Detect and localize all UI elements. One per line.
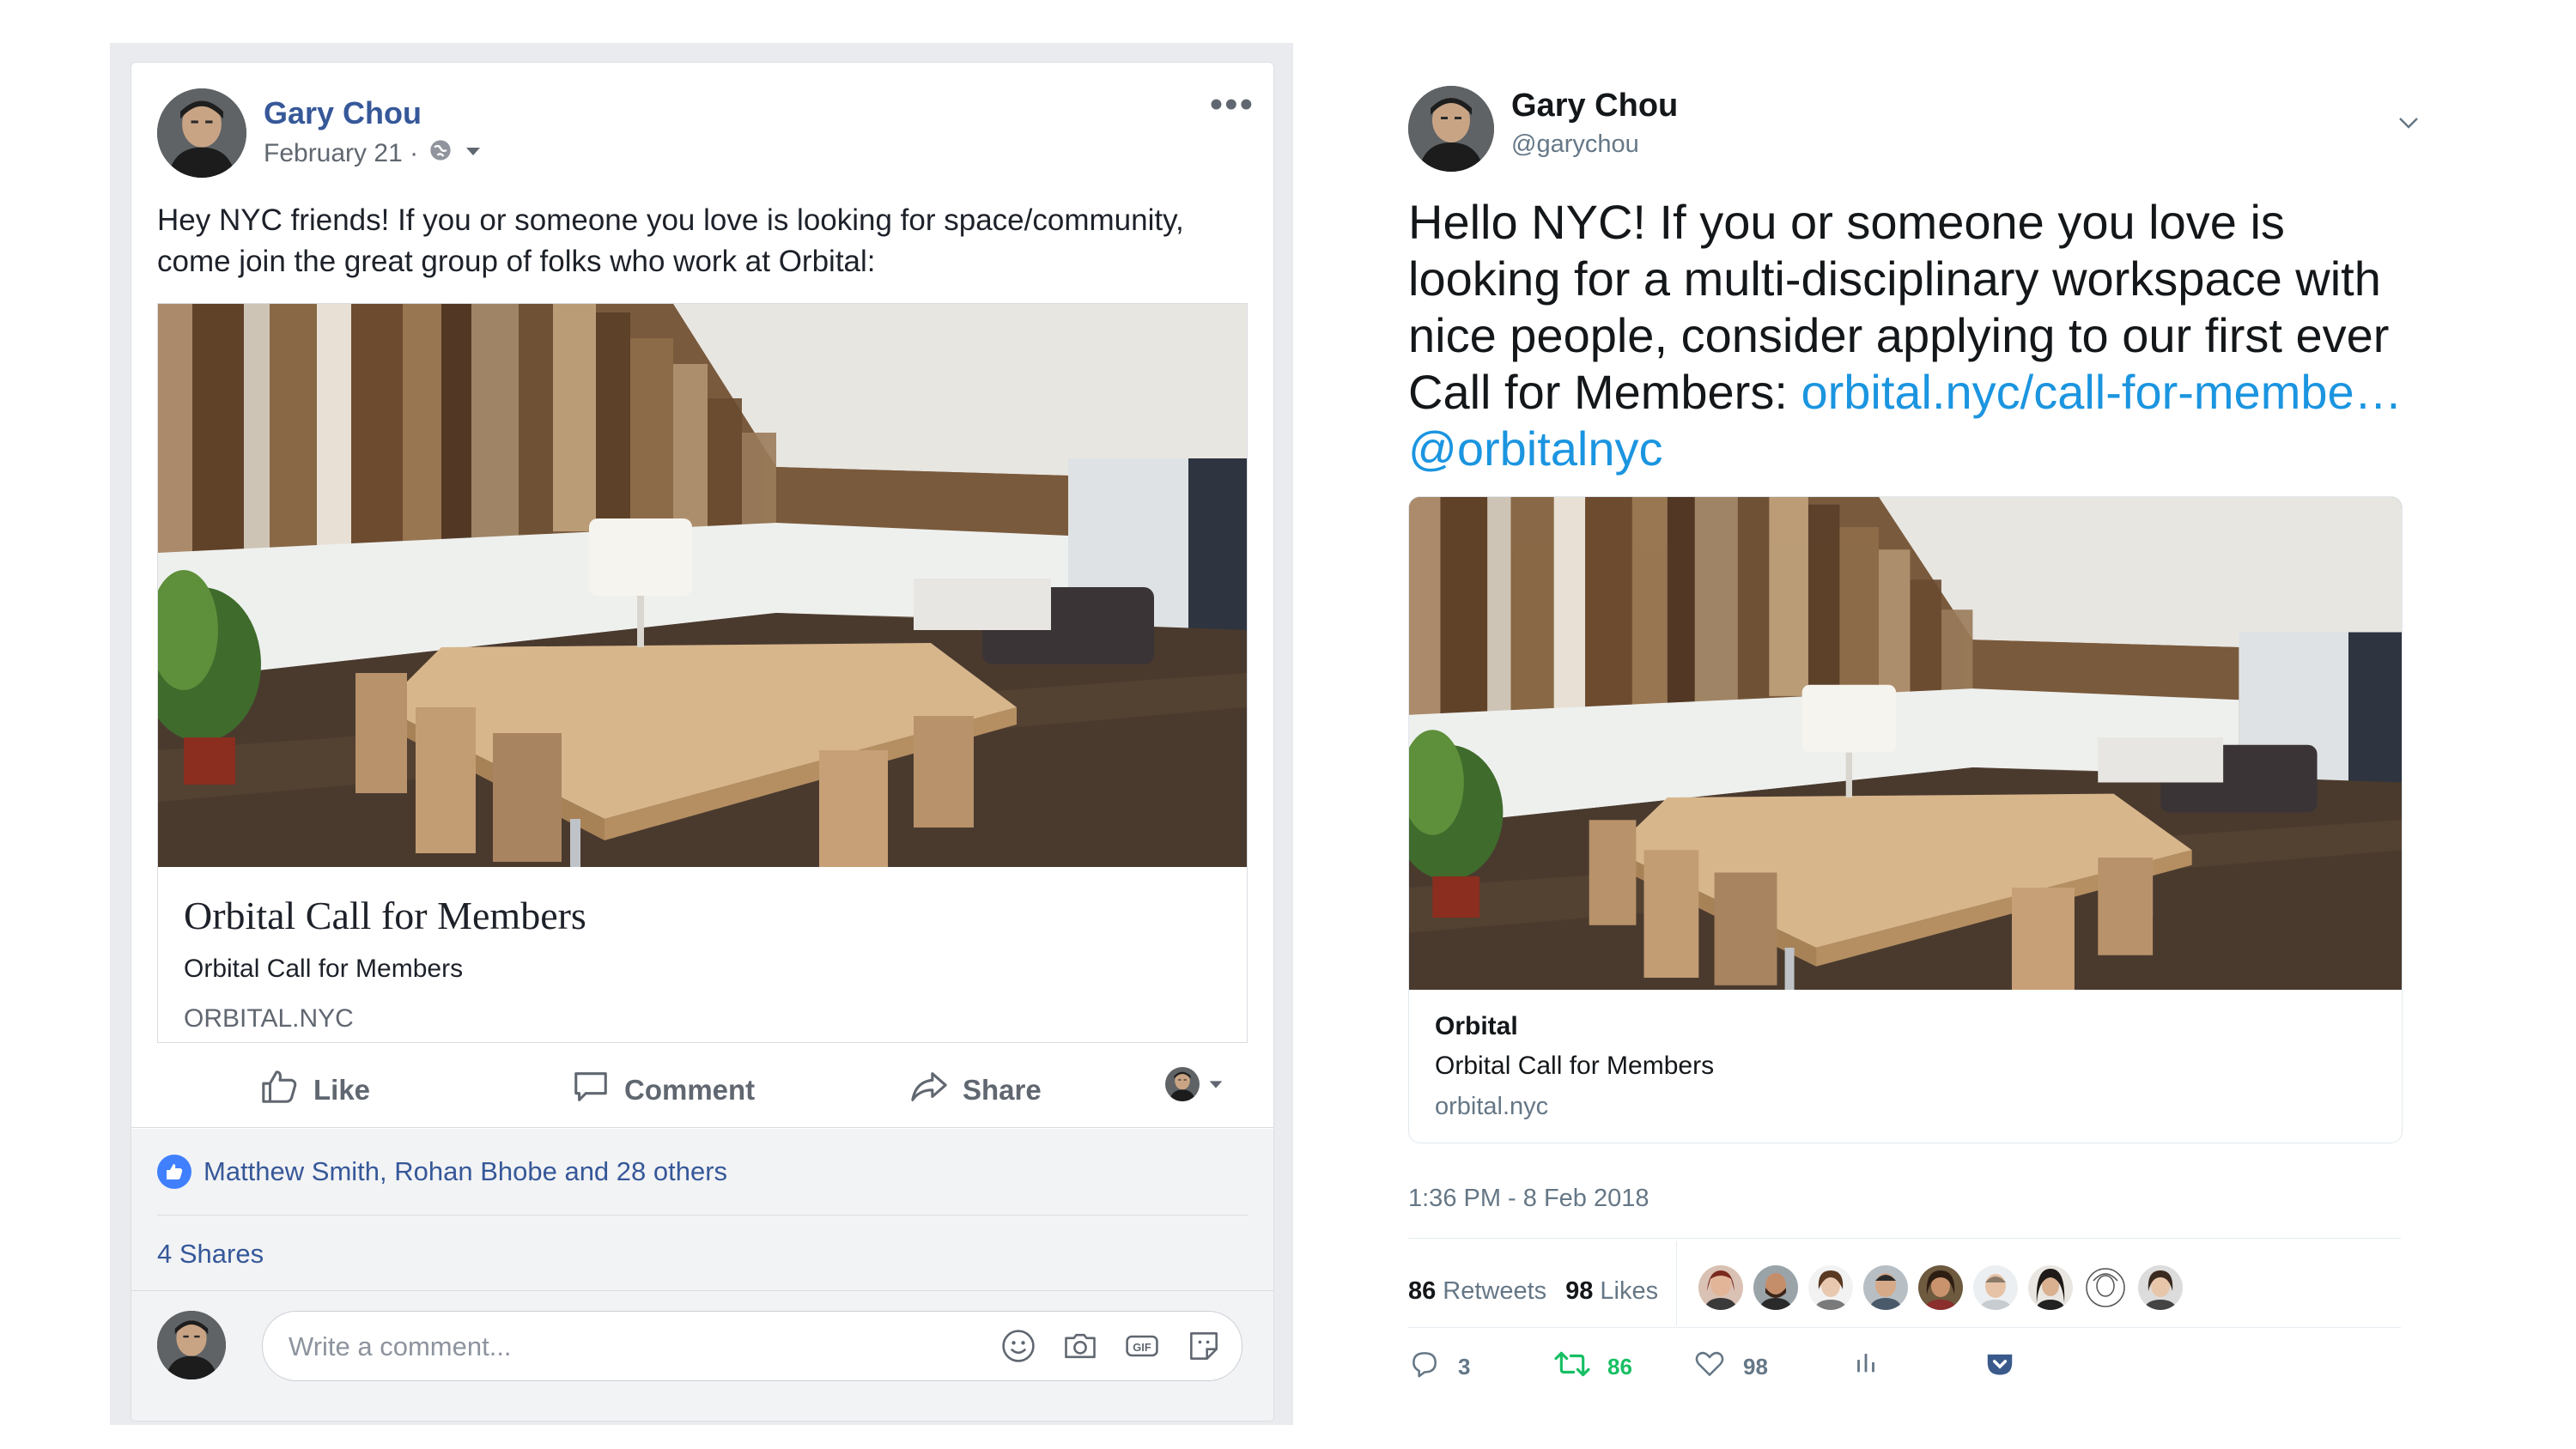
page-avatar-small xyxy=(1165,1067,1200,1101)
link-description: Orbital Call for Members xyxy=(184,955,464,983)
liker-avatar[interactable] xyxy=(1698,1265,1743,1310)
react-as-selector[interactable] xyxy=(1165,1067,1225,1101)
heart-icon xyxy=(1693,1348,1726,1386)
link-title[interactable]: Orbital Call for Members xyxy=(184,893,586,938)
tweet-card-domain: orbital.nyc xyxy=(1435,1093,1549,1120)
link-preview[interactable]: Orbital Call for Members Orbital Call fo… xyxy=(157,303,1248,1043)
share-label: Share xyxy=(963,1074,1042,1106)
comment-bubble-icon xyxy=(571,1067,611,1113)
share-button[interactable]: Share xyxy=(909,1067,1042,1113)
liker-avatar[interactable] xyxy=(1863,1265,1908,1310)
comment-input[interactable] xyxy=(287,1327,994,1367)
engagement-area: Matthew Smith, Rohan Bhobe and 28 others… xyxy=(131,1129,1273,1421)
liker-avatar[interactable] xyxy=(2083,1265,2128,1310)
liker-avatar[interactable] xyxy=(2028,1265,2073,1310)
share-arrow-icon xyxy=(909,1067,949,1113)
tweet-link[interactable]: orbital.nyc/call-for-membe… xyxy=(1801,365,2402,419)
retweets-label: Retweets xyxy=(1443,1276,1547,1305)
tweet-card-image[interactable] xyxy=(1409,497,2402,990)
liker-avatars xyxy=(1698,1265,2183,1310)
commenter-avatar xyxy=(157,1311,226,1379)
post-date[interactable]: February 21 · xyxy=(264,139,418,168)
like-button[interactable]: Like xyxy=(260,1067,370,1113)
tweet-link-card[interactable]: Orbital Orbital Call for Members orbital… xyxy=(1408,496,2403,1143)
emoji-icon[interactable] xyxy=(999,1327,1037,1365)
author-name[interactable]: Gary Chou xyxy=(264,95,422,131)
retweet-count: 86 xyxy=(1607,1354,1632,1379)
author-avatar[interactable] xyxy=(157,88,246,178)
tweet-timestamp[interactable]: 1:36 PM - 8 Feb 2018 xyxy=(1408,1185,1649,1213)
tweet-text: Hello NYC! If you or someone you love is… xyxy=(1408,194,2404,477)
reply-button[interactable]: 3 xyxy=(1408,1348,1470,1386)
comment-label: Comment xyxy=(624,1074,756,1106)
chevron-down-icon[interactable] xyxy=(2396,110,2421,140)
like-label: Like xyxy=(313,1074,371,1106)
tweet-mention[interactable]: @orbitalnyc xyxy=(1408,421,1663,476)
retweet-button[interactable]: 86 xyxy=(1554,1348,1632,1386)
sticker-icon[interactable] xyxy=(1185,1327,1223,1365)
shares-count[interactable]: 4 Shares xyxy=(157,1239,264,1270)
liker-avatar[interactable] xyxy=(1753,1265,1798,1310)
thumbs-up-icon xyxy=(260,1067,300,1113)
link-preview-image[interactable] xyxy=(158,304,1247,867)
gif-icon[interactable]: GIF xyxy=(1123,1327,1161,1365)
liker-avatar[interactable] xyxy=(1918,1265,1963,1310)
camera-icon[interactable] xyxy=(1061,1327,1099,1365)
facebook-post-card: Gary Chou February 21 · ••• Hey NYC frie… xyxy=(131,62,1274,1422)
facebook-post-panel: Gary Chou February 21 · ••• Hey NYC frie… xyxy=(110,43,1293,1425)
pocket-icon xyxy=(1984,1348,2016,1386)
post-text: Hey NYC friends! If you or someone you l… xyxy=(157,203,1184,278)
tweet-author-name[interactable]: Gary Chou xyxy=(1511,88,1678,124)
reply-icon xyxy=(1408,1348,1441,1386)
divider xyxy=(1408,1327,2401,1328)
save-pocket-button[interactable] xyxy=(1984,1348,2016,1386)
retweets-count: 86 xyxy=(1408,1276,1437,1305)
retweet-icon xyxy=(1554,1348,1590,1386)
likes-label: Likes xyxy=(1600,1276,1659,1305)
tweet-card-title: Orbital xyxy=(1435,1012,1518,1040)
tweet-panel: Gary Chou @garychou Hello NYC! If you or… xyxy=(1408,77,2421,1416)
comment-button[interactable]: Comment xyxy=(571,1067,755,1113)
post-action-bar: Like Comment Share xyxy=(131,1058,1273,1128)
like-tweet-button[interactable]: 98 xyxy=(1693,1348,1768,1386)
svg-text:GIF: GIF xyxy=(1133,1341,1151,1354)
divider xyxy=(1676,1241,1677,1325)
likes-summary[interactable]: Matthew Smith, Rohan Bhobe and 28 others xyxy=(157,1155,727,1189)
analytics-bars-icon xyxy=(1851,1348,1880,1383)
liker-avatar[interactable] xyxy=(1973,1265,2018,1310)
tweet-author-avatar[interactable] xyxy=(1408,86,1494,172)
likes-text[interactable]: Matthew Smith, Rohan Bhobe and 28 others xyxy=(204,1156,727,1187)
link-domain: ORBITAL.NYC xyxy=(184,1004,354,1033)
tweet-stats: 86 Retweets 98 Likes xyxy=(1408,1260,1658,1322)
retweets-stat[interactable]: 86 Retweets xyxy=(1408,1277,1546,1306)
divider xyxy=(131,1290,1273,1291)
globe-icon xyxy=(428,138,453,169)
comment-tools: GIF xyxy=(999,1327,1223,1365)
likes-count: 98 xyxy=(1565,1276,1594,1305)
like-count: 98 xyxy=(1743,1354,1768,1379)
liker-avatar[interactable] xyxy=(1808,1265,1853,1310)
more-options-icon[interactable]: ••• xyxy=(1210,83,1255,126)
audience-dropdown-icon[interactable] xyxy=(463,139,483,168)
analytics-button[interactable] xyxy=(1851,1348,1880,1383)
reply-count: 3 xyxy=(1458,1354,1471,1379)
likes-stat[interactable]: 98 Likes xyxy=(1565,1277,1658,1306)
tweet-card-description: Orbital Call for Members xyxy=(1435,1052,1715,1080)
divider xyxy=(1408,1238,2401,1239)
divider xyxy=(157,1215,1248,1216)
liker-avatar[interactable] xyxy=(2138,1265,2183,1310)
comment-composer[interactable]: GIF xyxy=(262,1311,1242,1381)
chevron-down-icon xyxy=(1206,1068,1225,1100)
tweet-action-bar: 3 86 98 xyxy=(1408,1348,2095,1399)
like-reaction-icon xyxy=(157,1155,191,1189)
tweet-author-handle[interactable]: @garychou xyxy=(1511,130,1639,159)
post-meta: February 21 · xyxy=(264,138,483,169)
